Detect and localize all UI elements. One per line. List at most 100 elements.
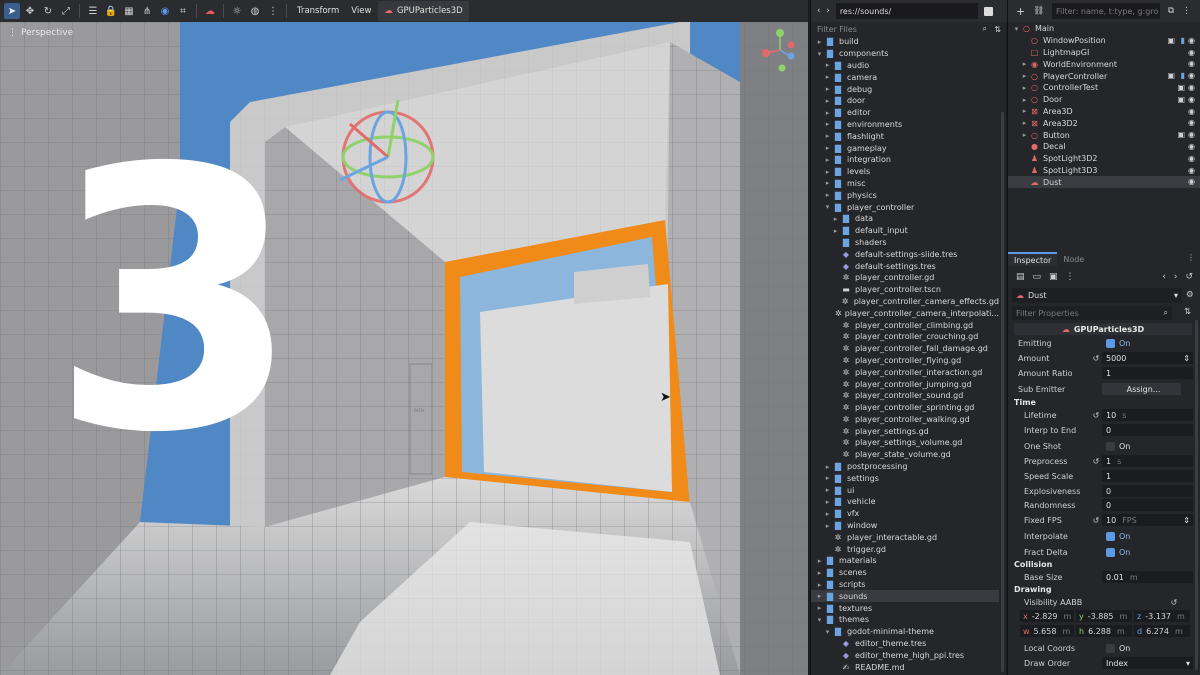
folder-item[interactable]: ▾ ▇ godot-minimal-theme	[811, 626, 999, 638]
chevron-right-icon[interactable]: ▸	[823, 510, 832, 518]
file-item[interactable]: ✲ player_controller_camera_effects.gd	[811, 296, 999, 308]
section-collision[interactable]: Collision	[1014, 558, 1194, 570]
chevron-right-icon[interactable]: ▸	[831, 227, 840, 235]
script-icon[interactable]: ▮	[1181, 71, 1185, 80]
chevron-right-icon[interactable]: ▸	[815, 569, 824, 577]
scene-node[interactable]: ▸ ⊠ Area3D ◉	[1008, 106, 1200, 118]
folder-item[interactable]: ▸ ▇ vfx	[811, 508, 999, 520]
randomness-slider[interactable]: 0	[1102, 499, 1193, 511]
sort-icon[interactable]: ⇅	[994, 25, 1001, 34]
rotate-tool-icon[interactable]: ↻	[40, 3, 56, 19]
history-forward-icon[interactable]: ›	[1174, 272, 1178, 282]
file-item[interactable]: ✍ README.md	[811, 661, 999, 673]
folder-item[interactable]: ▸ ▇ flashlight	[811, 130, 999, 142]
chevron-down-icon[interactable]: ▾	[823, 203, 832, 211]
folder-item[interactable]: ▸ ▇ build	[811, 36, 999, 48]
scene-node[interactable]: ♟ SpotLight3D3 ◉	[1008, 165, 1200, 177]
chevron-right-icon[interactable]: ▸	[823, 109, 832, 117]
fract-delta-checkbox[interactable]: On	[1102, 546, 1193, 558]
aabb-h-field[interactable]: h 6.288 m	[1076, 625, 1132, 637]
file-item[interactable]: ✲ player_settings_volume.gd	[811, 437, 999, 449]
camera-icon[interactable]: ☁	[202, 3, 218, 19]
sun-icon[interactable]: ☼	[229, 3, 245, 19]
chevron-down-icon[interactable]: ▾	[815, 50, 824, 58]
open-scene-icon[interactable]: ▣	[1177, 130, 1185, 139]
lock-icon[interactable]: 🔒	[103, 3, 119, 19]
scene-node[interactable]: ▸ ○ ControllerTest ▣ ◉	[1008, 82, 1200, 94]
object-tools-icon[interactable]: ⚙	[1186, 290, 1194, 300]
chevron-down-icon[interactable]: ▾	[815, 616, 824, 624]
view-gizmo-negx-handle[interactable]	[787, 41, 795, 49]
split-mode-icon[interactable]	[983, 6, 993, 16]
local-coords-checkbox[interactable]: On	[1102, 642, 1193, 654]
chevron-right-icon[interactable]: ▸	[823, 168, 832, 176]
file-item[interactable]: ▬ player_controller.tscn	[811, 284, 999, 296]
chevron-right-icon[interactable]: ▸	[823, 498, 832, 506]
file-item[interactable]: ✲ player_state_volume.gd	[811, 449, 999, 461]
file-item[interactable]: ✲ trigger.gd	[811, 543, 999, 555]
scene-node[interactable]: ▸ ⊠ Area3D2 ◉	[1008, 117, 1200, 129]
folder-item[interactable]: ▸ ▇ levels	[811, 166, 999, 178]
chevron-right-icon[interactable]: ▸	[823, 85, 832, 93]
scene-node[interactable]: ▾ ○ Main	[1008, 23, 1200, 35]
gpuparticles-menu[interactable]: ☁ GPUParticles3D	[378, 1, 469, 21]
chevron-right-icon[interactable]: ▸	[823, 61, 832, 69]
more-icon[interactable]: ⋮	[265, 3, 281, 19]
environment-icon[interactable]: ◍	[247, 3, 263, 19]
file-item[interactable]: ✲ player_controller_walking.gd	[811, 414, 999, 426]
folder-item[interactable]: ▸ ▇ materials	[811, 555, 999, 567]
chevron-right-icon[interactable]: ▸	[815, 592, 824, 600]
scene-node[interactable]: ☁ Dust ◉	[1008, 176, 1200, 189]
file-filter-input[interactable]: Filter Files ⌕ ⇅	[811, 22, 1007, 36]
folder-item[interactable]: ▸ ▇ gameplay	[811, 142, 999, 154]
file-item[interactable]: ✲ player_controller_sprinting.gd	[811, 402, 999, 414]
aabb-d-field[interactable]: d 6.274 m	[1134, 625, 1190, 637]
scene-node[interactable]: ● Decal ◉	[1008, 141, 1200, 153]
transform-menu[interactable]: Transform	[292, 6, 344, 16]
move-tool-icon[interactable]: ✥	[22, 3, 38, 19]
open-scene-icon[interactable]: ▣	[1177, 95, 1185, 104]
chevron-right-icon[interactable]: ▸	[1020, 96, 1029, 104]
view-orientation-gizmo[interactable]	[760, 26, 800, 74]
visibility-eye-icon[interactable]: ◉	[1188, 177, 1195, 186]
view-gizmo-y-handle[interactable]	[776, 29, 784, 37]
script-icon[interactable]: ▮	[1181, 36, 1185, 45]
file-item[interactable]: ✲ player_controller_flying.gd	[811, 355, 999, 367]
aabb-x-field[interactable]: x -2.829 m	[1020, 610, 1074, 622]
explosiveness-slider[interactable]: 0	[1102, 485, 1193, 497]
folder-item[interactable]: ▸ ▇ misc	[811, 178, 999, 190]
revert-icon[interactable]: ↺	[1090, 411, 1102, 420]
chevron-right-icon[interactable]: ▸	[823, 144, 832, 152]
visibility-eye-icon[interactable]: ◉	[1188, 166, 1195, 175]
bone-icon[interactable]: ⋔	[139, 3, 155, 19]
path-field[interactable]: res://sounds/	[835, 3, 978, 19]
revert-icon[interactable]: ↺	[1090, 516, 1102, 525]
folder-item[interactable]: ▸ ▇ data	[811, 213, 999, 225]
file-item[interactable]: ◆ editor_theme.tres	[811, 638, 999, 650]
visibility-eye-icon[interactable]: ◉	[1188, 36, 1195, 45]
file-item[interactable]: ✲ player_controller_interaction.gd	[811, 366, 999, 378]
more-options-icon[interactable]: ⋮	[1066, 272, 1075, 282]
folder-item[interactable]: ▸ ▇ debug	[811, 83, 999, 95]
scene-node[interactable]: ▸ ○ Door ▣ ◉	[1008, 94, 1200, 106]
visibility-eye-icon[interactable]: ◉	[1188, 107, 1195, 116]
visibility-eye-icon[interactable]: ◉	[1188, 83, 1195, 92]
chevron-right-icon[interactable]: ▸	[815, 581, 824, 589]
speed-slider[interactable]: 1	[1102, 470, 1193, 482]
aabb-w-field[interactable]: w 5.658 m	[1020, 625, 1074, 637]
folder-item[interactable]: ▸ ▇ integration	[811, 154, 999, 166]
scene-node[interactable]: ○ WindowPosition ▣ ▮ ◉	[1008, 35, 1200, 47]
visibility-eye-icon[interactable]: ◉	[1188, 95, 1195, 104]
forward-icon[interactable]: ›	[826, 6, 829, 16]
file-item[interactable]: ✲ player_controller_sound.gd	[811, 390, 999, 402]
folder-item[interactable]: ▸ ▇ scripts	[811, 579, 999, 591]
chevron-right-icon[interactable]: ▸	[823, 486, 832, 494]
property-filter-input[interactable]: Filter Properties ⌕	[1012, 306, 1172, 320]
chevron-right-icon[interactable]: ▸	[1020, 119, 1029, 127]
chevron-right-icon[interactable]: ▸	[831, 215, 840, 223]
file-item[interactable]: ✲ player_settings.gd	[811, 425, 999, 437]
aabb-y-field[interactable]: y -3.885 m	[1076, 610, 1132, 622]
view-gizmo-x-handle[interactable]	[762, 49, 770, 57]
scale-tool-icon[interactable]: ⤢	[58, 3, 74, 19]
tab-node[interactable]: Node	[1057, 252, 1090, 266]
